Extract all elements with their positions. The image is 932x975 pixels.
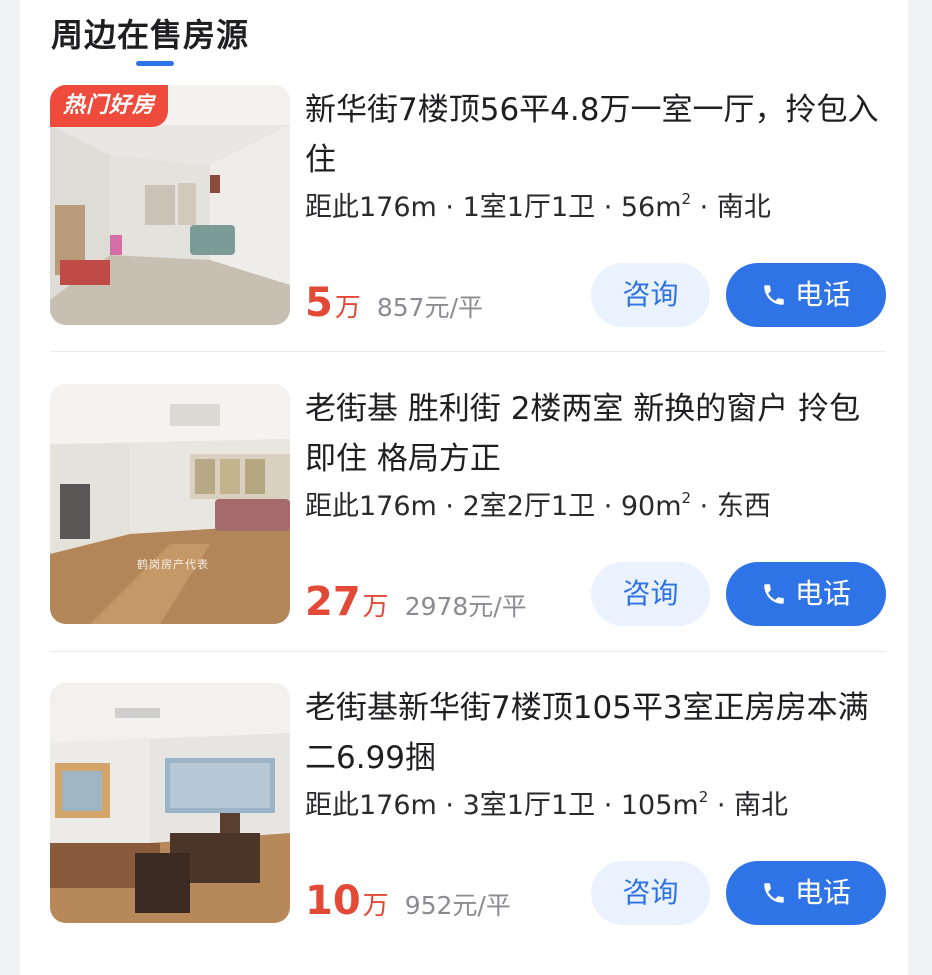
total-price: 27 [305, 579, 361, 625]
consult-button[interactable]: 咨询 [591, 263, 710, 327]
listing-item[interactable]: 热门好房 新华街7楼顶56平4.8万一室一厅，拎包入住 距此176m · 1室1… [50, 85, 886, 330]
unit-price: 952元/平 [404, 891, 511, 920]
listing-title[interactable]: 新华街7楼顶56平4.8万一室一厅，拎包入住 [305, 85, 885, 185]
room-photo-image [50, 384, 290, 624]
room-photo-image [50, 683, 290, 923]
total-price: 10 [305, 878, 361, 924]
total-price: 5 [305, 280, 333, 326]
nearby-listings-card: 周边在售房源 热门好房 新华街7楼顶56平4.8万一室一厅，拎包入住 距此176… [20, 0, 908, 975]
listing-item[interactable]: 鹤岗房产代表 老街基 胜利街 2楼两室 新换的窗户 拎包即住 格局方正 距此17… [50, 384, 886, 629]
divider [50, 651, 886, 652]
listing-photo[interactable] [50, 683, 290, 923]
listing-meta: 距此176m · 2室2厅1卫 · 90m2 · 东西 [305, 489, 771, 522]
title-underline [136, 61, 174, 66]
phone-icon [764, 584, 784, 604]
hot-listing-badge: 热门好房 [50, 85, 169, 127]
listing-photo[interactable]: 鹤岗房产代表 [50, 384, 290, 624]
listing-item[interactable]: 老街基新华街7楼顶105平3室正房房本满二6.99捆 距此176m · 3室1厅… [50, 683, 886, 928]
call-button[interactable]: 电话 [726, 861, 886, 925]
price-unit: 万 [334, 293, 361, 323]
call-label: 电话 [794, 278, 851, 311]
photo-watermark: 鹤岗房产代表 [137, 558, 209, 571]
listing-price: 27万 2978元/平 [305, 579, 527, 625]
scroll-overlay [680, 931, 888, 953]
unit-price: 2978元/平 [404, 592, 527, 621]
phone-icon [764, 285, 784, 305]
consult-button[interactable]: 咨询 [591, 861, 710, 925]
listing-title[interactable]: 老街基新华街7楼顶105平3室正房房本满二6.99捆 [305, 683, 885, 783]
price-unit: 万 [362, 592, 389, 622]
price-unit: 万 [362, 891, 389, 921]
phone-icon [764, 883, 784, 903]
call-button[interactable]: 电话 [726, 263, 886, 327]
call-label: 电话 [794, 577, 851, 610]
listing-meta: 距此176m · 1室1厅1卫 · 56m2 · 南北 [305, 190, 771, 223]
unit-price: 857元/平 [376, 293, 483, 322]
listing-photo[interactable]: 热门好房 [50, 85, 290, 325]
consult-button[interactable]: 咨询 [591, 562, 710, 626]
call-label: 电话 [794, 876, 851, 909]
listing-meta: 距此176m · 3室1厅1卫 · 105m2 · 南北 [305, 788, 788, 821]
listing-price: 5万 857元/平 [305, 280, 483, 326]
listing-title[interactable]: 老街基 胜利街 2楼两室 新换的窗户 拎包即住 格局方正 [305, 384, 885, 484]
call-button[interactable]: 电话 [726, 562, 886, 626]
section-title: 周边在售房源 [51, 16, 250, 54]
divider [50, 351, 886, 352]
listing-price: 10万 952元/平 [305, 878, 511, 924]
